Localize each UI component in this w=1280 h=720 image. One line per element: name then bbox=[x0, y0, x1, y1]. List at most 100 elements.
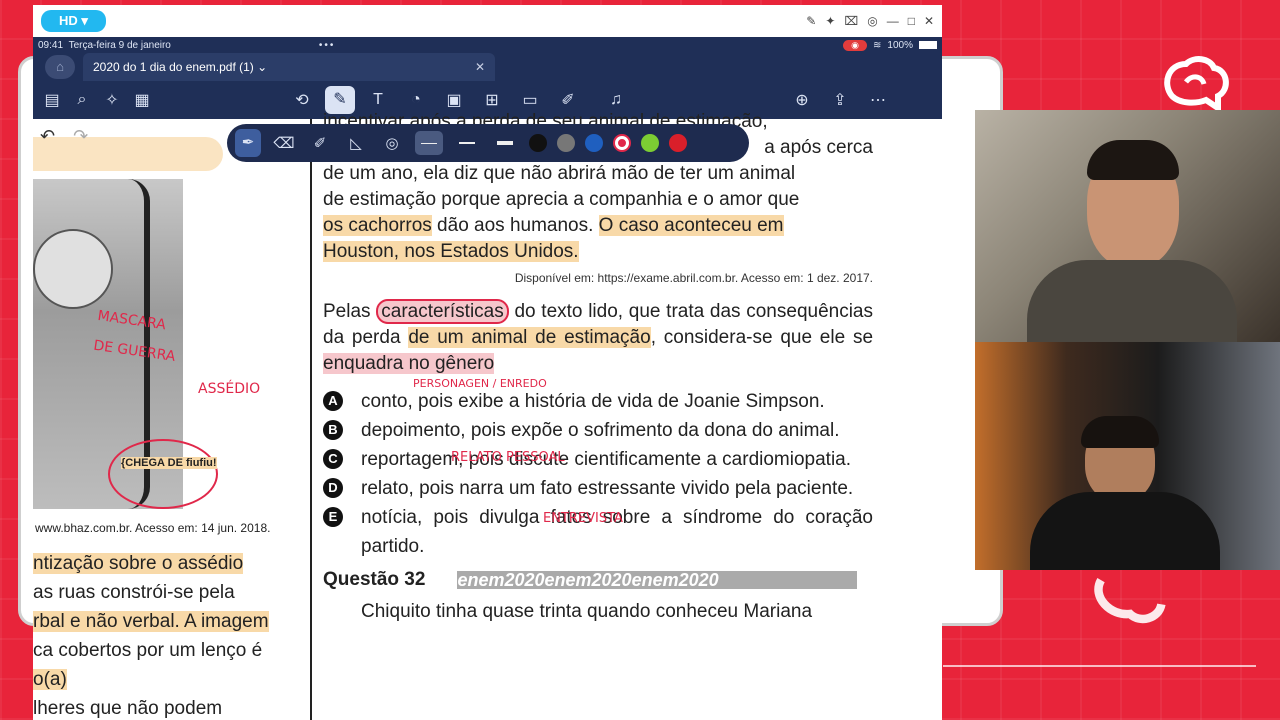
more-icon[interactable]: ⋯ bbox=[863, 90, 893, 110]
right-column: incentivar após a perda de seu animal de… bbox=[323, 111, 874, 623]
minimize-button[interactable]: — bbox=[887, 14, 899, 28]
record-icon[interactable]: ◎ bbox=[867, 14, 877, 28]
option-letter: B bbox=[323, 420, 343, 440]
undo-redo-group: ↶ ↷ bbox=[40, 126, 88, 147]
option-text: depoimento, pois expõe o sofrimento da d… bbox=[361, 420, 840, 441]
left-column: MASCARA DE GUERRA ASSÉDIO {CHEGA DE fiufi… bbox=[33, 119, 308, 720]
lasso-select-icon[interactable]: ◎ bbox=[379, 134, 405, 152]
shapes-icon[interactable]: ◔ bbox=[401, 91, 431, 109]
image-icon[interactable]: ▣ bbox=[439, 90, 469, 110]
passage-source: Disponível em: https://exame.abril.com.b… bbox=[514, 271, 873, 285]
maximize-button[interactable]: □ bbox=[908, 14, 915, 28]
chevron-down-icon[interactable]: ⌄ bbox=[257, 60, 267, 74]
question-stem: Pelas características do texto lido, que… bbox=[323, 299, 874, 374]
status-date: Terça-feira 9 de janeiro bbox=[68, 39, 171, 51]
passage-line: de estimação porque aprecia a companhia … bbox=[323, 189, 800, 210]
presenter-body bbox=[1027, 260, 1237, 342]
status-time: 09:41 bbox=[38, 39, 64, 51]
crop-icon[interactable]: ⌧ bbox=[844, 14, 858, 28]
elements-icon[interactable]: ⊞ bbox=[477, 90, 507, 110]
left-line: ca cobertos por um lenço é bbox=[33, 640, 263, 661]
share-icon[interactable]: ⇪ bbox=[825, 90, 855, 110]
medium-line-option[interactable] bbox=[453, 131, 481, 155]
close-tab-icon[interactable]: ✕ bbox=[475, 60, 485, 74]
laser-icon[interactable]: ✐ bbox=[553, 90, 583, 110]
question-title: Questão 32 bbox=[323, 569, 426, 590]
cartoon-face bbox=[33, 229, 113, 309]
option-text: reportagem, pois discute cientificamente… bbox=[361, 449, 852, 470]
eraser-icon[interactable]: ⌫ bbox=[271, 134, 297, 152]
magic-icon[interactable]: ✧ bbox=[97, 90, 127, 110]
sticky-note-icon[interactable]: ▭ bbox=[515, 90, 545, 110]
highlighter-icon[interactable]: ✐ bbox=[307, 134, 333, 152]
search-icon[interactable]: ⌕ bbox=[67, 91, 97, 109]
option-text: relato, pois narra um fato estressante v… bbox=[361, 478, 854, 499]
pen-icon[interactable]: ✎ bbox=[806, 14, 816, 28]
thick-line-option[interactable] bbox=[491, 131, 519, 155]
enem-band: enem2020enem2020enem2020 bbox=[457, 571, 858, 589]
add-page-icon[interactable]: ⊕ bbox=[787, 90, 817, 110]
left-body-text: ntização sobre o assédio as ruas constró… bbox=[33, 549, 298, 720]
sidebar-icon[interactable]: ▤ bbox=[37, 90, 67, 110]
thin-line-option[interactable] bbox=[415, 131, 443, 155]
writer-body bbox=[1030, 492, 1220, 570]
option-letter: D bbox=[323, 478, 343, 498]
ipad-status-bar: 09:41 Terça-feira 9 de janeiro ••• ◉ ≋ 1… bbox=[33, 37, 942, 53]
redo-icon[interactable]: ↷ bbox=[73, 126, 88, 147]
option-text: conto, pois exibe a história de vida de … bbox=[361, 391, 825, 412]
annotation-chega: {CHEGA DE fiufiu! bbox=[121, 457, 217, 469]
stream-progress-line bbox=[943, 665, 1256, 667]
close-window-button[interactable]: ✕ bbox=[924, 14, 934, 28]
left-line: o(a) bbox=[33, 669, 67, 690]
color-swatch-black[interactable] bbox=[529, 134, 547, 152]
annotation-personagem: PERSONAGEN / ENREDO bbox=[413, 377, 547, 390]
option-letter: A bbox=[323, 391, 343, 411]
option-b[interactable]: B depoimento, pois expõe o sofrimento da… bbox=[323, 416, 873, 445]
multitask-dots-icon[interactable]: ••• bbox=[319, 40, 336, 51]
option-letter: C bbox=[323, 449, 343, 469]
color-swatch-red[interactable] bbox=[669, 134, 687, 152]
microphone-icon[interactable]: ♫ bbox=[601, 91, 631, 109]
annotation-assedio: ASSÉDIO bbox=[198, 381, 261, 397]
hd-quality-button[interactable]: HD ▾ bbox=[41, 10, 106, 32]
passage-line: de um ano, ela diz que não abrirá mão de… bbox=[323, 163, 796, 184]
pin-icon[interactable]: ✦ bbox=[825, 14, 835, 28]
screen-record-indicator-icon: ◉ bbox=[843, 39, 868, 51]
color-swatch-pink[interactable] bbox=[613, 134, 631, 152]
undo-icon[interactable]: ↶ bbox=[40, 126, 55, 147]
presenter-hair bbox=[1087, 140, 1179, 180]
window-controls: ✎ ✦ ⌧ ◎ — □ ✕ bbox=[806, 14, 934, 28]
color-swatch-green[interactable] bbox=[641, 134, 659, 152]
pen-toolbar: ✒ ⌫ ✐ ◺ ◎ bbox=[227, 124, 749, 162]
document-icon[interactable]: ▦ bbox=[127, 90, 157, 110]
passage-line: Houston, nos Estados Unidos. bbox=[323, 241, 579, 262]
text-box-icon[interactable]: T bbox=[363, 91, 393, 109]
pdf-page: MASCARA DE GUERRA ASSÉDIO {CHEGA DE fiufi… bbox=[33, 111, 942, 720]
image-source: www.bhaz.com.br. Acesso em: 14 jun. 2018… bbox=[35, 521, 271, 535]
next-question-header: Questão 32 enem2020enem2020enem2020 bbox=[323, 569, 873, 591]
left-line: rbal e não verbal. A imagem bbox=[33, 611, 269, 632]
writer-hair bbox=[1081, 416, 1159, 448]
battery-label: 100% bbox=[887, 39, 913, 51]
passage-line: os cachorros dão aos humanos. O caso aco… bbox=[323, 215, 784, 236]
window-titlebar: HD ▾ ✎ ✦ ⌧ ◎ — □ ✕ bbox=[33, 5, 942, 37]
left-line: as ruas constrói-se pela bbox=[33, 582, 235, 603]
lasso-icon[interactable]: ⟲ bbox=[287, 90, 317, 110]
color-swatch-gray[interactable] bbox=[557, 134, 575, 152]
pdf-reader-window: HD ▾ ✎ ✦ ⌧ ◎ — □ ✕ 09:41 Terça-feira 9 d… bbox=[33, 5, 942, 720]
webcam-presenter bbox=[975, 110, 1280, 342]
annotation-entrevista: ENTREVISTA bbox=[543, 511, 623, 526]
option-letter: E bbox=[323, 507, 343, 527]
ruler-icon[interactable]: ◺ bbox=[343, 134, 369, 152]
document-tab[interactable]: 2020 do 1 dia do enem.pdf (1) ⌄ ✕ bbox=[83, 53, 495, 81]
option-c[interactable]: C reportagem, pois discute cientificamen… bbox=[323, 445, 873, 474]
option-a[interactable]: A conto, pois exibe a história de vida d… bbox=[323, 387, 873, 416]
annotation-relato: RELATO PESSOAL bbox=[451, 450, 565, 465]
pen-icon[interactable]: ✒ bbox=[235, 129, 261, 157]
home-button[interactable]: ⌂ bbox=[45, 55, 75, 79]
webcam-writer bbox=[975, 342, 1280, 570]
annotation-circle bbox=[108, 439, 218, 509]
option-d[interactable]: D relato, pois narra um fato estressante… bbox=[323, 474, 873, 503]
left-line: ntização sobre o assédio bbox=[33, 553, 244, 574]
color-swatch-blue[interactable] bbox=[585, 134, 603, 152]
